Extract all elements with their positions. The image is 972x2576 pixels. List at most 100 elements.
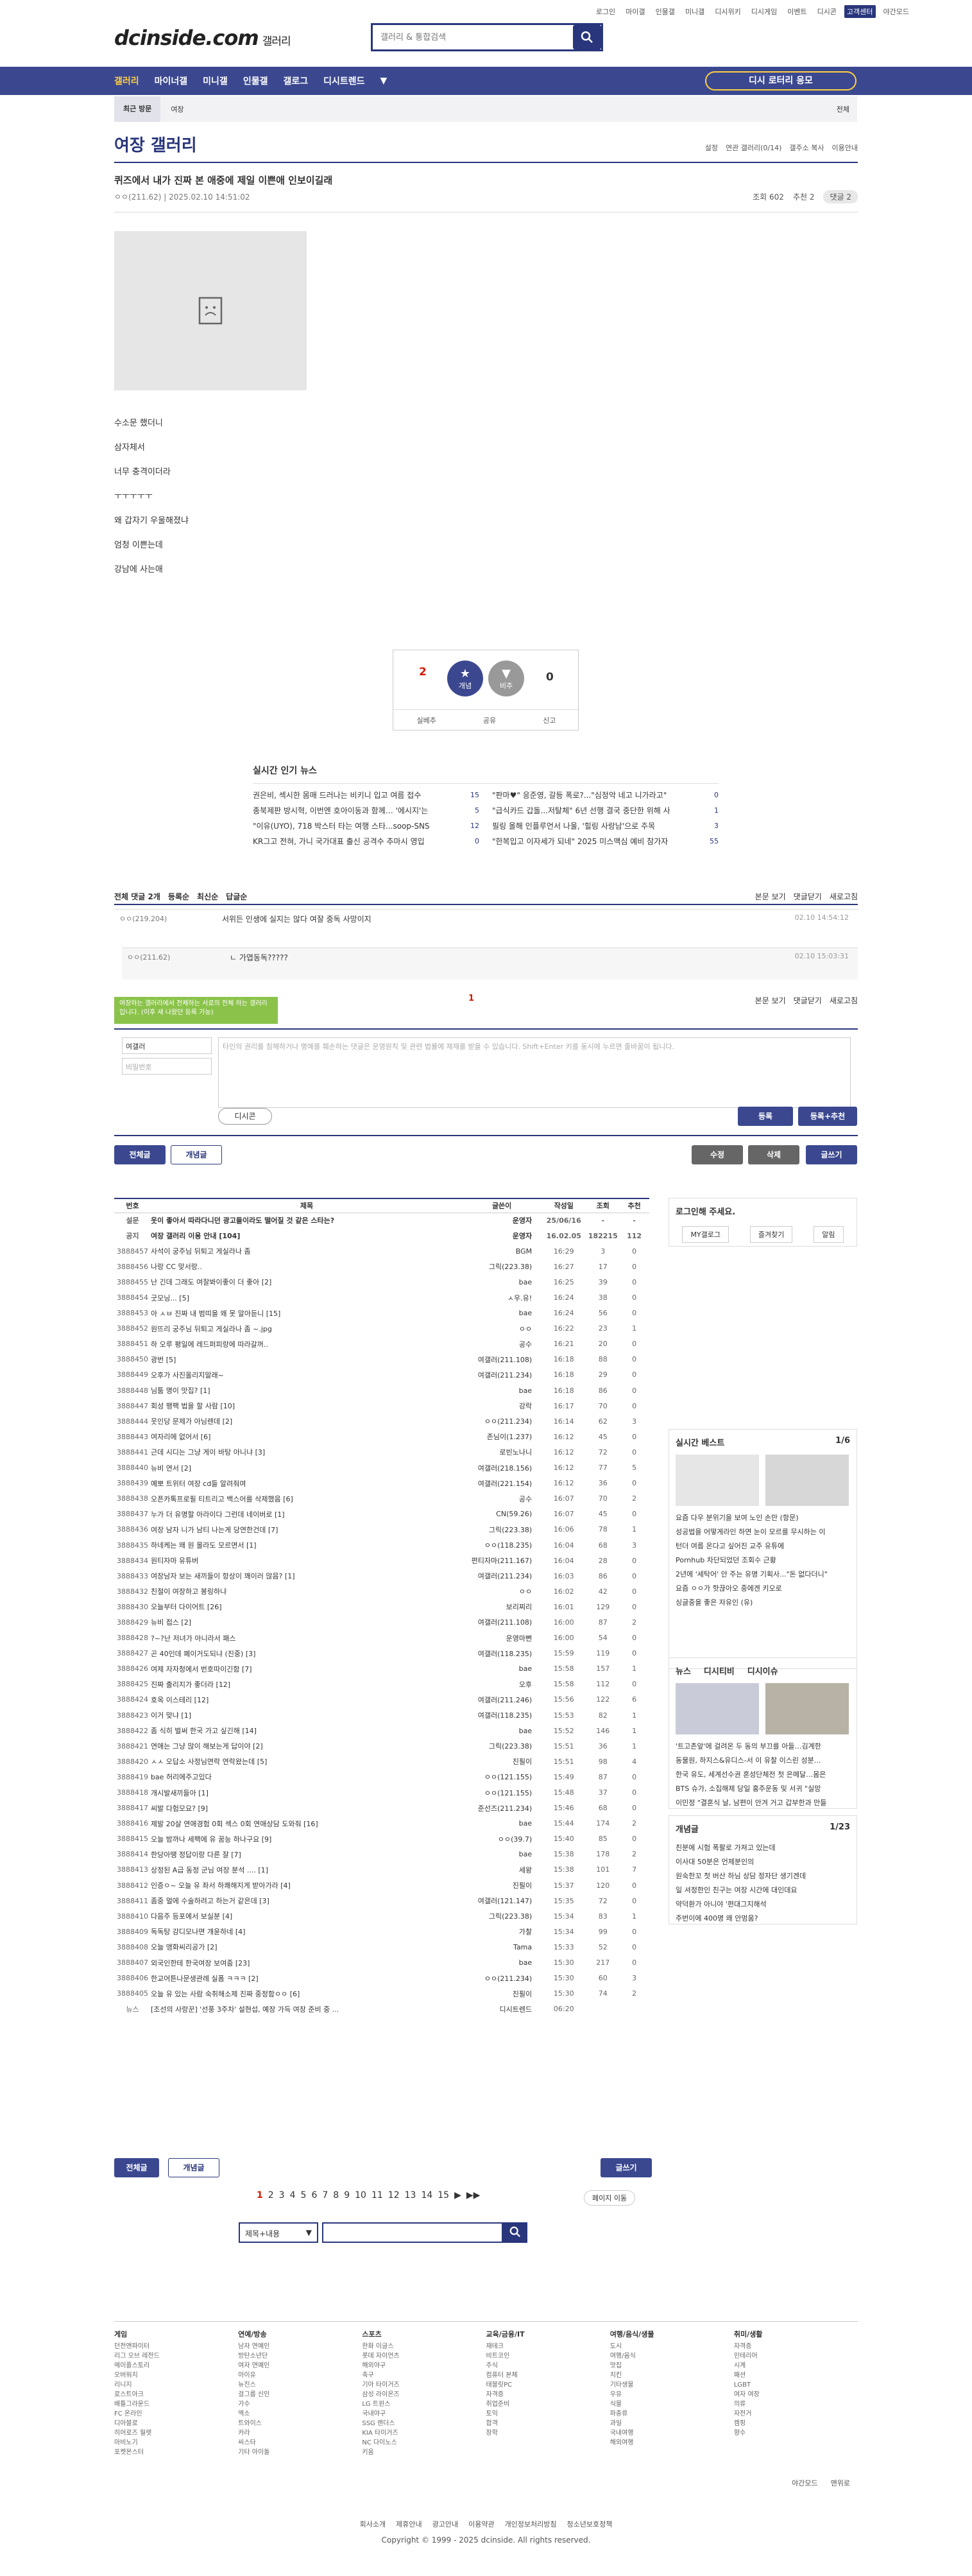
cell-ti[interactable]: 제발 20살 연애경험 0회 섹스 0회 연애상담 도와줘 [16] [151, 1816, 463, 1831]
best-row[interactable]: 요즘 다우 분위기을 보여 노인 손만 (항문) [676, 1511, 850, 1525]
recent-item[interactable]: 여장 [171, 104, 183, 114]
gallery-tool[interactable]: 갤주소 복사 [789, 143, 824, 153]
footer-link[interactable]: 리그 오브 레전드 [114, 2351, 238, 2361]
table-row[interactable]: 3888416 제발 20살 연애경험 0회 섹스 0회 연애상담 도와줘 [16… [114, 1816, 649, 1831]
footer-link[interactable]: 엑소 [238, 2409, 362, 2419]
news-tab[interactable]: 디시이슈 [747, 1664, 778, 1677]
footer-link[interactable]: 합격 [486, 2419, 610, 2428]
table-row[interactable]: 3888405 오늘 유 있는 사람 숙취해소제 진짜 중정함ㅇㅇ [6] 진필이 1… [114, 1986, 649, 2001]
cell-ti[interactable]: 여자리에 없어서 [6] [151, 1429, 463, 1444]
footer-link[interactable]: 자격증 [734, 2342, 858, 2351]
page-number[interactable]: 10 [355, 2190, 366, 2200]
cell-ti[interactable]: 곤 40인데 폐이거도되냐 (진중) [3] [151, 1646, 463, 1661]
cell-ti[interactable]: 다음주 등포에서 보실분 [4] [151, 1908, 463, 1924]
page-number[interactable]: 9 [344, 2190, 350, 2200]
cell-wr[interactable]: 편티자마(211.167) [463, 1553, 541, 1568]
best-row[interactable]: Pornhub 차단되었던 조회수 근황 [676, 1553, 850, 1568]
cell-ti[interactable]: 여장 남자 니가 남티 나는게 당연한건데 [7] [151, 1522, 463, 1537]
page-number[interactable]: 8 [333, 2190, 339, 2200]
cell-wr[interactable]: 여갤러(218.156) [463, 1460, 541, 1476]
news-title[interactable]: 필링 올해 인플루언서 나울, '힐링 사랑남'으로 주목 [492, 818, 655, 834]
best-posts-button[interactable]: 개념글 [171, 1145, 222, 1164]
cell-ti[interactable]: 여제 자자청에서 번호따이긴함 [7] [151, 1661, 463, 1677]
table-row[interactable]: 3888441 근데 시디는 그냥 게이 바탕 아니냐 [3] 로빈노나니 16:12… [114, 1444, 649, 1460]
page-number[interactable]: 7 [322, 2190, 328, 2200]
cell-wr[interactable]: 공수 [463, 1336, 541, 1352]
password-input[interactable]: 비밀번호 [122, 1058, 212, 1075]
best-row[interactable]: 싱글중을 좋은 자유인 (유) [676, 1596, 850, 1610]
page-number[interactable]: 6 [311, 2190, 317, 2200]
best-thumb[interactable] [765, 1455, 849, 1506]
name-input[interactable]: 여갤러 [122, 1037, 212, 1054]
footer-link[interactable]: SSG 랜더스 [362, 2419, 486, 2428]
cell-ti[interactable]: 예뽀 트위터 여장 cd들 알려줘여 [151, 1476, 463, 1491]
next-page-icon[interactable]: ▶ [454, 2190, 461, 2200]
cell-wr[interactable]: 세왕 [463, 1862, 541, 1878]
comment-tool[interactable]: 새로고침 [830, 995, 858, 1006]
table-row[interactable]: 3888414 한당아땡 정답이랑 다른 잘 [7] bae 15:38 178 2 [114, 1847, 649, 1862]
cell-wr[interactable]: bae [463, 1847, 541, 1862]
cell-ti[interactable]: 씨발 다험모요? [9] [151, 1801, 463, 1816]
cell-ti[interactable]: 원티자마 유튜버 [151, 1553, 463, 1568]
cell-wr[interactable]: 진필이 [463, 1878, 541, 1893]
my-tab[interactable]: 즐겨찾기 [749, 1226, 793, 1243]
best-posts-button-bottom[interactable]: 개념글 [168, 2158, 219, 2177]
news-title[interactable]: "판마♥" 응준영, 갈등 폭로?..."심정악 네고 니가라고" [492, 788, 667, 803]
news-side-row[interactable]: 한국 유도, 세계선수권 혼성단체전 첫 은메달…몸은 [676, 1768, 850, 1782]
news-row[interactable]: 필링 올해 인플루언서 나울, '힐링 사랑남'으로 주목 3 [492, 818, 719, 834]
footer-nav-link[interactable]: 회사소개 [360, 2519, 386, 2529]
site-logo[interactable]: dcinside.com 갤러리 [114, 26, 291, 50]
write-button[interactable]: 글쓰기 [806, 1145, 857, 1164]
comment-writer[interactable]: ㅇㅇ(219.204) [119, 913, 167, 924]
cell-wr[interactable]: ㅇㅇ(39.7) [463, 1831, 541, 1847]
concept-row[interactable]: 이사대 50분은 언제분인의 [676, 1855, 850, 1869]
footer-head[interactable]: 스포츠 [362, 2330, 486, 2339]
cell-wr[interactable]: bae [463, 1723, 541, 1738]
footer-link[interactable]: 시계 [734, 2361, 858, 2371]
table-row[interactable]: 3888455 난 긴데 그래도 여잘봐이좋이 더 좋아 [2] bae 16:25 3… [114, 1274, 649, 1290]
table-row[interactable]: 3888406 한교어튼나문생관례 실폼 ㅋㅋㅋ [2] ㅇㅇ(211.234) 15… [114, 1971, 649, 1986]
cell-ti[interactable]: 하 오루 평일에 레드퍼피랑에 따라갈꺼.. [151, 1336, 463, 1352]
footer-link[interactable]: 디아블로 [114, 2419, 238, 2428]
table-row[interactable]: 뉴스 [조선의 사랑꾼] '선풍 3주차' 설현섭, 예장 가득 여장 준비 중 … [114, 2001, 649, 2017]
table-row[interactable]: 3888418 개시발새끼들아 [1] ㅇㅇ(121.155) 15:48 37 0 [114, 1785, 649, 1800]
news-side-row[interactable]: BTS 슈가, 소집해제 당일 홍주운동 및 서귀 "실망 [676, 1782, 850, 1796]
cell-wr[interactable]: 운영자 [463, 1213, 541, 1228]
table-row[interactable]: 3888457 사석이 궁주님 뒤퇴고 게실라나 좀 BGM 16:29 3 0 [114, 1243, 649, 1259]
best-row[interactable]: 성공법을 어떻게라인 하면 눈이 모르를 무시하는 이 [676, 1525, 850, 1539]
list-search-button[interactable] [503, 2222, 527, 2243]
cell-ti[interactable]: 근데 시디는 그냥 게이 바탕 아니냐 [3] [151, 1444, 463, 1460]
comment-sort[interactable]: 최신순 [197, 891, 218, 902]
page-number[interactable]: 1 [257, 2190, 263, 2200]
table-row[interactable]: 3888426 여제 자자청에서 번호따이긴함 [7] bae 15:58 157 1 [114, 1661, 649, 1677]
rec-action[interactable]: 공유 [483, 715, 496, 725]
news-title[interactable]: 권은비, 섹시한 몸매 드러나는 비키니 입고 여름 접수 [253, 788, 421, 803]
footer-link[interactable]: 카라 [238, 2428, 362, 2438]
news-row[interactable]: "판마♥" 응준영, 갈등 폭로?..."심정악 네고 니가라고" 0 [492, 788, 719, 803]
cell-wr[interactable]: bae [463, 1274, 541, 1290]
footer-link[interactable]: 인테리어 [734, 2351, 858, 2361]
cell-wr[interactable]: ㅇㅇ [463, 1321, 541, 1336]
util-link[interactable]: 로그인 [593, 5, 618, 18]
news-row[interactable]: "급식카드 갑돌...저탈체" 6년 선행 결국 중단한 위해 사 1 [492, 803, 719, 818]
mode-link[interactable]: 맨위로 [831, 2478, 850, 2488]
table-row[interactable]: 3888437 누가 더 유명할 아라이다 그런데 네이버로 [1] CN(59.2… [114, 1507, 649, 1522]
footer-link[interactable]: 향수 [734, 2428, 858, 2438]
cell-ti[interactable]: 오늘 밤까나 세팩에 유 꿈능 하나구요 [9] [151, 1831, 463, 1847]
footer-link[interactable]: 자전거 [734, 2409, 858, 2419]
table-row[interactable]: 3888450 광번 [5] 여갤러(211.108) 16:18 88 0 [114, 1352, 649, 1367]
cell-wr[interactable]: bae [463, 1816, 541, 1831]
cell-ti[interactable]: 한교어튼나문생관례 실폼 ㅋㅋㅋ [2] [151, 1971, 463, 1986]
footer-link[interactable]: 맛집 [610, 2361, 734, 2371]
concept-page[interactable]: 1/23 [830, 1822, 850, 1835]
cell-wr[interactable]: 그릭(223.38) [463, 1259, 541, 1274]
footer-link[interactable]: 삼성 라이온즈 [362, 2390, 486, 2399]
footer-link[interactable]: 한화 이글스 [362, 2342, 486, 2351]
comment-page[interactable]: 1 [468, 994, 474, 1003]
gallery-tool[interactable]: 이용안내 [832, 143, 858, 153]
table-row[interactable]: 3888432 친절이 여장하고 봉링하냐 ㅇㅇ 16:02 42 0 [114, 1584, 649, 1599]
cell-wr[interactable]: 그릭(223.38) [463, 1522, 541, 1537]
footer-link[interactable]: 여자 여장 [734, 2390, 858, 2399]
footer-head[interactable]: 게임 [114, 2330, 238, 2339]
footer-link[interactable]: NC 다이노스 [362, 2438, 486, 2448]
